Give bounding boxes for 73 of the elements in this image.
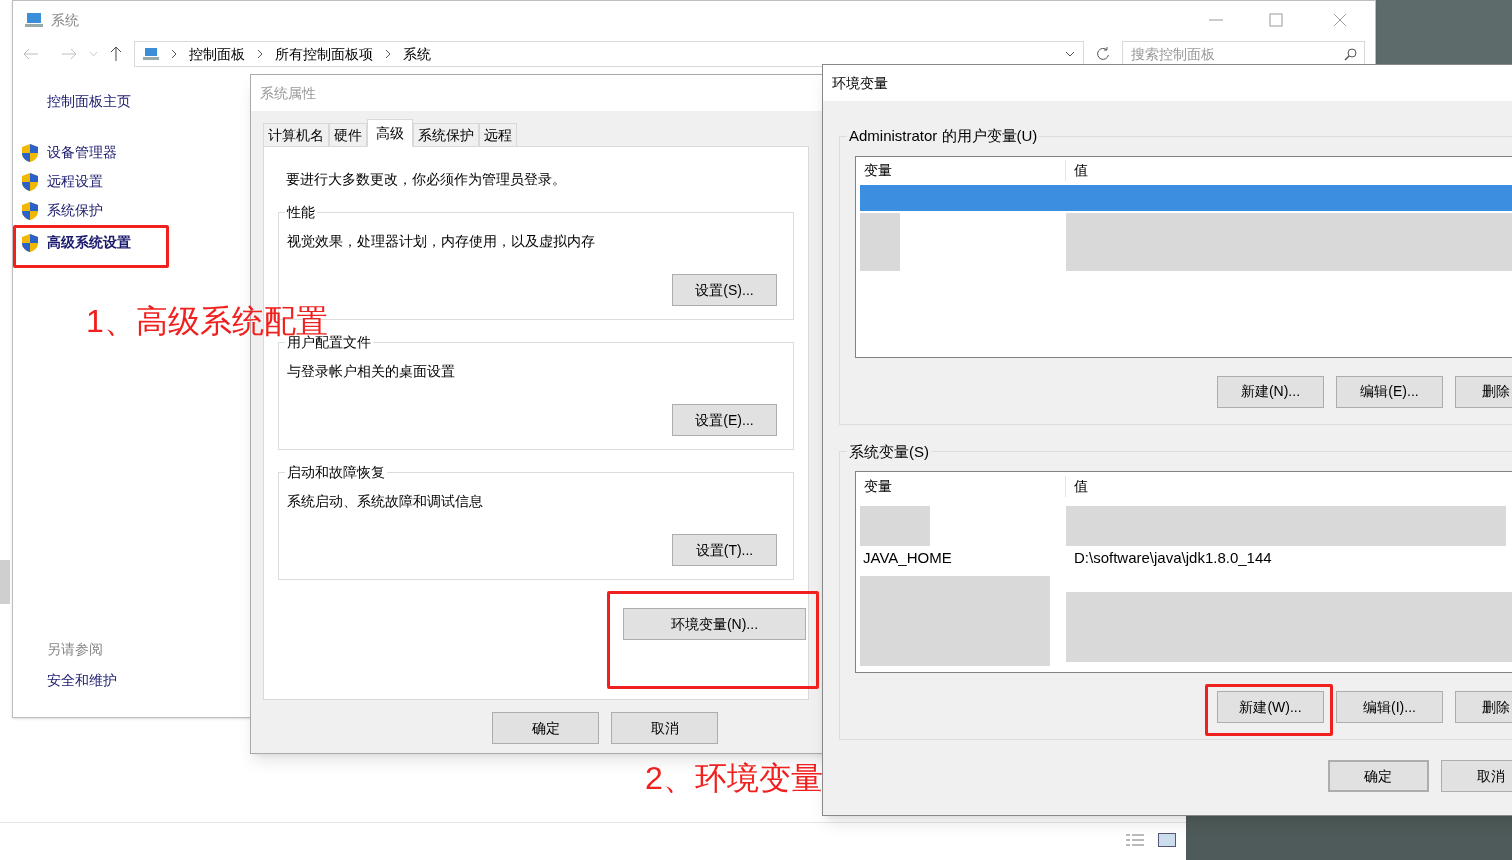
column-header[interactable]: 值 [1066,160,1088,181]
chevron-icon [384,49,391,59]
column-header[interactable]: 变量 [856,160,1066,181]
group-description: 系统启动、系统故障和调试信息 [287,492,484,511]
table-action-button[interactable]: 删除 [1455,691,1512,723]
tab[interactable]: 系统保护 [413,123,479,147]
window-strip [0,560,10,604]
computer-icon [142,47,159,61]
section-heading: 另请参阅 [47,640,104,659]
annotation-text: 2、环境变量 [645,759,823,798]
forward-arrow-icon[interactable] [60,48,77,60]
close-icon[interactable] [1333,13,1347,27]
group-title: 性能 [285,203,316,222]
settings-button[interactable]: 设置(E)... [672,404,777,436]
tab[interactable]: 远程 [479,123,517,147]
table-cell-text: D:\software\java\jdk1.8.0_144 [1073,547,1272,568]
dialog-button[interactable]: 确定 [492,712,599,744]
environment-variables-button[interactable]: 环境变量(N)... [623,608,806,640]
group-title: Administrator 的用户变量(U) [848,126,1039,146]
table-action-button[interactable]: 删除 [1455,375,1512,408]
table-action-button[interactable]: 新建(N)... [1217,375,1324,408]
dialog-title: 系统属性 [260,83,316,103]
shield-icon [21,200,39,221]
caret-icon[interactable] [1065,51,1076,57]
tab[interactable]: 硬件 [329,123,367,147]
search-icon [1344,48,1357,61]
group-title: 启动和故障恢复 [286,463,386,482]
chevron-icon [170,49,177,59]
sidebar-link[interactable]: 远程设置 [21,167,103,196]
maximize-icon[interactable] [1269,13,1283,27]
sidebar-link[interactable]: 系统保护 [21,196,103,225]
breadcrumb-item[interactable]: 所有控制面板项 [274,43,373,65]
variable-table[interactable]: 变量 值 [855,155,1512,358]
dialog-button[interactable]: 确定 [1328,760,1429,792]
shield-icon [21,142,39,163]
tab[interactable]: 高级 [367,119,413,147]
breadcrumb-item[interactable]: 系统 [402,43,431,65]
details-view-icon[interactable] [1126,832,1144,847]
group-description: 与登录帐户相关的桌面设置 [287,362,456,381]
dialog-button[interactable]: 取消 [611,712,718,744]
see-also-link[interactable]: 安全和维护 [47,670,243,691]
dialog-title: 环境变量 [832,73,888,93]
selected-row-highlight[interactable] [860,184,1512,211]
shield-icon [21,171,39,192]
breadcrumb-item[interactable]: 控制面板 [188,43,245,65]
tab[interactable]: 计算机名 [263,123,329,147]
window-title: 系统 [51,10,79,30]
notice-text: 要进行大多数更改，你必须作为管理员登录。 [286,170,567,189]
settings-button[interactable]: 设置(S)... [672,274,777,306]
table-action-button[interactable]: 新建(W)... [1217,691,1324,723]
sidebar-link[interactable]: 设备管理器 [21,138,117,167]
back-arrow-icon[interactable] [23,48,39,60]
home-link[interactable]: 控制面板主页 [47,91,243,112]
table-action-button[interactable]: 编辑(I)... [1336,691,1443,723]
chevron-icon [256,49,263,59]
sidebar-link[interactable]: 高级系统设置 [21,228,131,257]
thumbnail-view-icon[interactable] [1158,832,1176,847]
refresh-icon[interactable] [1096,47,1111,61]
group-title: 系统变量(S) [848,441,930,462]
search-field[interactable]: 搜索控制面板 [1122,41,1365,67]
settings-button[interactable]: 设置(T)... [672,534,777,566]
dialog-button[interactable]: 取消 [1440,760,1512,792]
shield-icon [21,232,39,253]
up-arrow-icon[interactable] [109,46,122,62]
group-description: 视觉效果，处理器计划，内存使用，以及虚拟内存 [287,232,596,251]
column-header[interactable]: 值 [1066,475,1088,497]
table-action-button[interactable]: 编辑(E)... [1336,375,1443,408]
column-header[interactable]: 变量 [856,475,1066,497]
pixelated-redaction [860,506,930,546]
computer-icon [25,12,43,28]
table-cell-text: JAVA_HOME [862,547,953,568]
pixelated-redaction [860,212,900,271]
variable-table[interactable]: 变量 值 JAVA_HOME D:\software\java\jdk1.8.0_144 [855,471,1512,673]
